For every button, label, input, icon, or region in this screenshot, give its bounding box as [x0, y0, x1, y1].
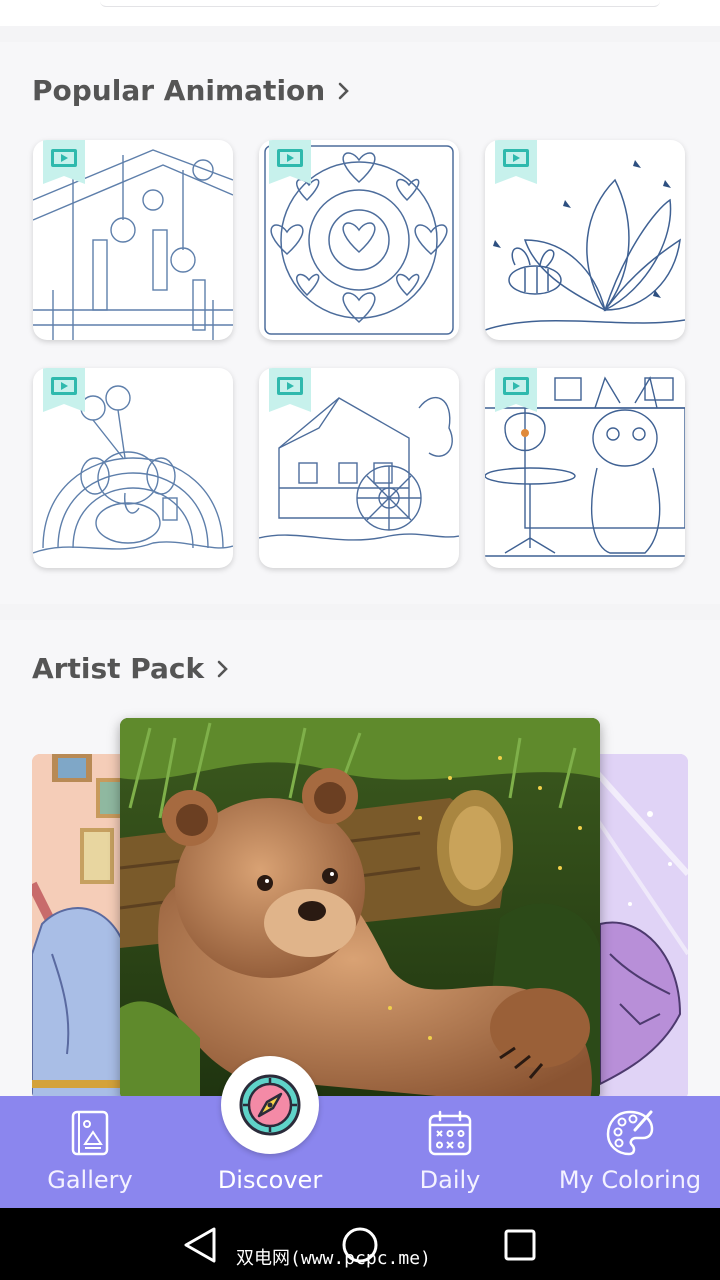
discover-button[interactable] — [221, 1056, 319, 1154]
nav-discover-label: Discover — [217, 1166, 323, 1194]
animation-ad-badge-icon — [269, 140, 311, 184]
animation-ad-badge-icon — [495, 140, 537, 184]
nav-daily[interactable]: Daily — [360, 1096, 540, 1208]
watermark-text: 双电网(www.pcpc.me) — [236, 1248, 431, 1269]
animation-ad-badge-icon — [43, 368, 85, 412]
back-icon[interactable] — [182, 1226, 218, 1264]
recents-icon[interactable] — [503, 1228, 537, 1262]
compass-icon — [239, 1074, 301, 1136]
nav-gallery[interactable]: Gallery — [0, 1096, 180, 1208]
nav-my-coloring[interactable]: My Coloring — [540, 1096, 720, 1208]
animation-ad-badge-icon — [269, 368, 311, 412]
popular-animation-header[interactable]: Popular Animation — [32, 74, 353, 107]
nav-gallery-label: Gallery — [47, 1166, 133, 1194]
chevron-right-icon — [338, 82, 350, 99]
animation-thumb-kitten-fishbowl[interactable] — [485, 368, 685, 568]
popular-animation-title: Popular Animation — [32, 74, 326, 107]
bottom-nav: Gallery Discover Daily My Coloring — [0, 1096, 720, 1208]
artist-pack-title: Artist Pack — [32, 652, 205, 685]
gallery-icon — [71, 1110, 109, 1156]
popular-animation-section: Popular Animation — [0, 42, 720, 604]
animation-ad-badge-icon — [43, 140, 85, 184]
animation-thumb-wind-chimes[interactable] — [33, 140, 233, 340]
artist-pack-card-bear[interactable] — [120, 718, 600, 1100]
bear-artwork — [120, 718, 600, 1100]
animation-thumb-water-mill[interactable] — [259, 368, 459, 568]
artist-pack-header[interactable]: Artist Pack — [32, 652, 232, 685]
chevron-right-icon — [217, 660, 228, 677]
animation-thumb-elephant-rainbow[interactable] — [33, 368, 233, 568]
artist-pack-section: Artist Pack — [0, 620, 720, 1100]
nav-daily-label: Daily — [419, 1166, 481, 1194]
animation-ad-badge-icon — [495, 368, 537, 412]
palette-icon — [606, 1110, 654, 1156]
animation-thumb-bee-flower[interactable] — [485, 140, 685, 340]
animation-thumb-heart-mandala[interactable] — [259, 140, 459, 340]
previous-section-edge — [0, 0, 720, 26]
calendar-icon — [428, 1110, 472, 1156]
nav-my-coloring-label: My Coloring — [558, 1166, 702, 1194]
